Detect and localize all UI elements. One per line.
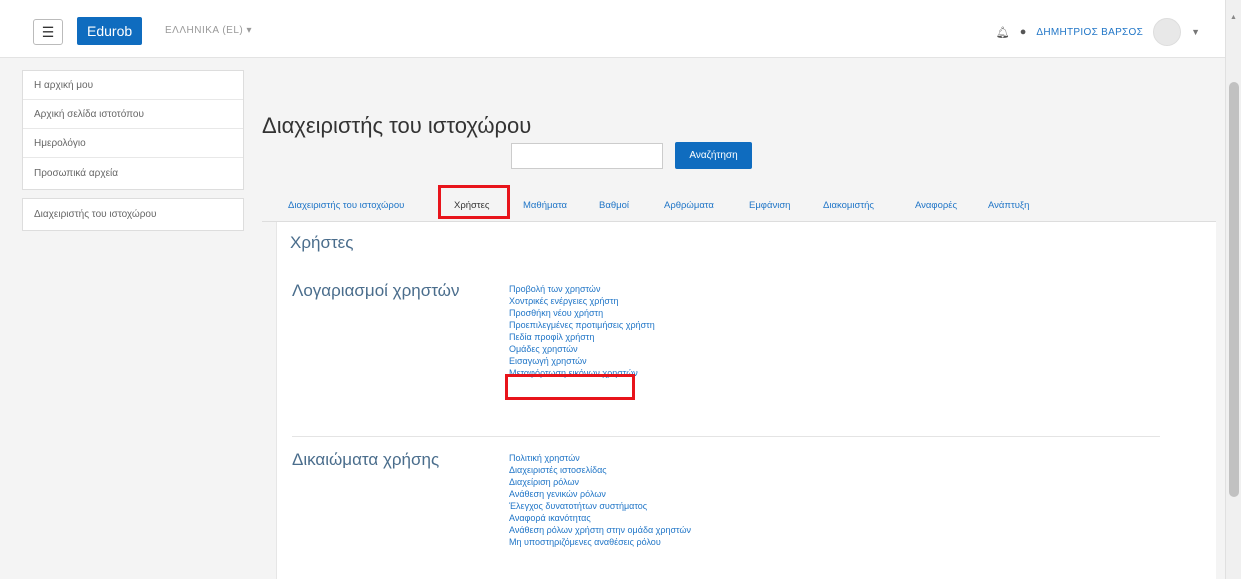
user-name[interactable]: ΔΗΜΗΤΡΙΟΣ ΒΑΡΣΟΣ — [1036, 27, 1143, 38]
search-button[interactable]: Αναζήτηση — [675, 142, 752, 169]
list-item[interactable]: Πολιτική χρηστών — [509, 452, 691, 464]
section-divider — [292, 436, 1160, 437]
users-tab-highlight — [438, 185, 510, 219]
list-item[interactable]: Διαχειριστές ιστοσελίδας — [509, 464, 691, 476]
list-item[interactable]: Ανάθεση γενικών ρόλων — [509, 488, 691, 500]
scroll-up-icon[interactable]: ▲ — [1230, 14, 1237, 21]
list-item[interactable]: Έλεγχος δυνατοτήτων συστήματος — [509, 500, 691, 512]
user-accounts-links: Προβολή των χρηστών Χοντρικές ενέργειες … — [509, 283, 655, 379]
upload-users-highlight — [505, 374, 635, 400]
page-title: Διαχειριστής του ιστοχώρου — [262, 113, 532, 138]
tab-development[interactable]: Ανάπτυξη — [988, 200, 1029, 211]
tab-server[interactable]: Διακομιστής — [823, 200, 874, 211]
permissions-links: Πολιτική χρηστών Διαχειριστές ιστοσελίδα… — [509, 452, 691, 548]
sidebar-item-calendar[interactable]: Ημερολόγιο — [23, 129, 243, 158]
list-item[interactable]: Προβολή των χρηστών — [509, 283, 655, 295]
language-selector[interactable]: ΕΛΛΗΝΙΚΑ (EL) ▾ — [165, 25, 252, 36]
top-navbar: ☰ Edurob ΕΛΛΗΝΙΚΑ (EL) ▾ 🔔︎ ● ΔΗΜΗΤΡΙΟΣ … — [0, 0, 1225, 58]
sidebar-item-site-home[interactable]: Αρχική σελίδα ιστοτόπου — [23, 100, 243, 129]
chat-icon[interactable]: ● — [1020, 26, 1027, 38]
page-scrollbar[interactable]: ▲ — [1225, 0, 1241, 579]
tab-plugins[interactable]: Αρθρώματα — [664, 200, 714, 211]
list-item[interactable]: Πεδία προφίλ χρήστη — [509, 331, 655, 343]
list-item[interactable]: Προσθήκη νέου χρήστη — [509, 307, 655, 319]
tab-appearance[interactable]: Εμφάνιση — [749, 200, 790, 211]
upload-users-link[interactable]: Εισαγωγή χρηστών — [509, 355, 655, 367]
list-item[interactable]: Διαχείριση ρόλων — [509, 476, 691, 488]
scroll-thumb[interactable] — [1229, 82, 1239, 497]
tab-courses[interactable]: Μαθήματα — [523, 200, 567, 211]
list-item[interactable]: Προεπιλεγμένες προτιμήσεις χρήστη — [509, 319, 655, 331]
hamburger-menu-button[interactable]: ☰ — [33, 19, 63, 45]
sidebar: Η αρχική μου Αρχική σελίδα ιστοτόπου Ημε… — [22, 70, 244, 239]
tab-reports[interactable]: Αναφορές — [915, 200, 957, 211]
sidebar-nav-block: Η αρχική μου Αρχική σελίδα ιστοτόπου Ημε… — [22, 70, 244, 190]
list-item[interactable]: Χοντρικές ενέργειες χρήστη — [509, 295, 655, 307]
tab-site-admin[interactable]: Διαχειριστής του ιστοχώρου — [288, 200, 404, 211]
site-brand[interactable]: Edurob — [77, 17, 143, 45]
content-panel — [276, 222, 1216, 579]
hamburger-icon: ☰ — [41, 23, 55, 40]
sidebar-item-dashboard[interactable]: Η αρχική μου — [23, 71, 243, 100]
list-item[interactable]: Μη υποστηριζόμενες αναθέσεις ρόλου — [509, 536, 691, 548]
sidebar-item-private-files[interactable]: Προσωπικά αρχεία — [23, 158, 243, 189]
list-item[interactable]: Αναφορά ικανότητας — [509, 512, 691, 524]
tab-grades[interactable]: Βαθμοί — [599, 200, 629, 211]
category-title: Λογαριασμοί χρηστών — [292, 281, 460, 300]
sidebar-item-site-admin[interactable]: Διαχειριστής του ιστοχώρου — [23, 199, 243, 230]
admin-tabs: Διαχειριστής του ιστοχώρου Χρήστες Μαθήμ… — [262, 186, 1216, 222]
section-title: Χρήστες — [290, 233, 354, 252]
chevron-down-icon[interactable]: ▼ — [1191, 27, 1200, 37]
list-item[interactable]: Ανάθεση ρόλων χρήστη στην ομάδα χρηστών — [509, 524, 691, 536]
sidebar-admin-block: Διαχειριστής του ιστοχώρου — [22, 198, 244, 231]
admin-search-input[interactable] — [511, 143, 663, 169]
list-item[interactable]: Ομάδες χρηστών — [509, 343, 655, 355]
category-title: Δικαιώματα χρήσης — [292, 450, 440, 469]
avatar[interactable] — [1153, 18, 1182, 46]
user-menu-area: 🔔︎ ● ΔΗΜΗΤΡΙΟΣ ΒΑΡΣΟΣ ▼ — [996, 18, 1200, 46]
bell-icon[interactable]: 🔔︎ — [996, 26, 1010, 39]
